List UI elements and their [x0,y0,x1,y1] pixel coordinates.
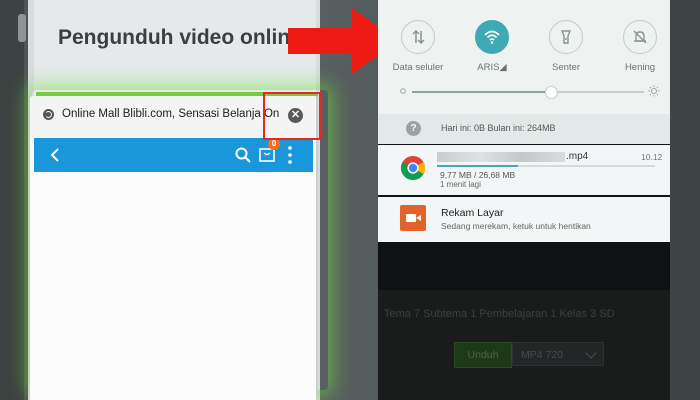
data-usage-text: Hari ini: 0B Bulan ini: 264MB [441,123,556,133]
qs-circle [623,20,657,54]
qs-tile-wifi[interactable]: ARIS◢ [462,20,522,73]
mobile-data-icon [412,29,425,45]
unduh-button[interactable]: Unduh [454,342,512,368]
data-usage-row[interactable]: ? Hari ini: 0B Bulan ini: 264MB [378,114,670,144]
notification-time: 10.12 [641,152,663,162]
chrome-icon [400,156,426,180]
more-vert-icon[interactable] [286,145,294,165]
left-screen-edge [0,0,24,400]
blibli-toolbar: 0 [34,138,313,172]
video-record-icon [400,205,426,231]
qs-circle [401,20,435,54]
globe-icon [43,109,54,120]
back-arrow-icon[interactable] [46,145,66,165]
record-subtitle: Sedang merekam, ketuk untuk hentikan [441,221,591,231]
download-notification[interactable]: .mp4 10.12 9,77 MB / 26,68 MB 1 menit la… [378,145,670,195]
popup-url-title: Online Mall Blibli.com, Sensasi Belanja … [62,108,280,120]
download-progress-fill [437,165,518,167]
flashlight-icon [560,30,572,44]
right-screen-edge [670,0,700,400]
brightness-slider-thumb[interactable] [545,86,558,99]
download-size: 9,77 MB / 26,68 MB [440,170,516,180]
brightness-high-icon [648,85,660,97]
qs-label: Data seluler [392,62,444,73]
quick-settings-panel: Data seluler ARIS◢ Senter Hening [378,0,670,114]
right-phone-screen: Data seluler ARIS◢ Senter Hening ? Hari … [378,0,670,400]
record-title: Rekam Layar [441,207,504,219]
left-edge-tab [18,14,26,42]
popup-content-area [30,172,317,400]
blurred-filename [437,152,565,162]
brightness-fill [412,91,551,93]
qs-tile-silent[interactable]: Hening [610,20,670,73]
qs-tile-mobile-data[interactable]: Data seluler [388,20,448,73]
browser-popup: Online Mall Blibli.com, Sensasi Belanja … [30,96,317,400]
chevron-down-icon [585,347,597,359]
search-icon[interactable] [234,146,252,164]
page-heading: Pengunduh video online [58,26,302,49]
popup-border [316,96,318,400]
qs-label: ARIS◢ [477,62,507,73]
data-usage-icon: ? [406,121,421,136]
qs-tile-flashlight[interactable]: Senter [536,20,596,73]
file-extension: .mp4 [566,151,589,162]
download-eta: 1 menit lagi [440,180,481,189]
mute-bell-icon [633,30,647,44]
faded-breadcrumb: Tema 7 Subtema 1 Pembelajaran 1 Kelas 3 … [384,308,615,320]
qs-circle [549,20,583,54]
qs-circle [475,20,509,54]
format-select[interactable]: MP4 720 [512,342,604,366]
format-select-value: MP4 720 [521,349,564,361]
brightness-low-icon [400,88,406,94]
screen-record-notification[interactable]: Rekam Layar Sedang merekam, ketuk untuk … [378,197,670,242]
qs-label: Senter [552,62,580,73]
qs-label: Hening [624,62,656,73]
wifi-icon [484,30,500,44]
close-highlight-box [263,92,321,140]
